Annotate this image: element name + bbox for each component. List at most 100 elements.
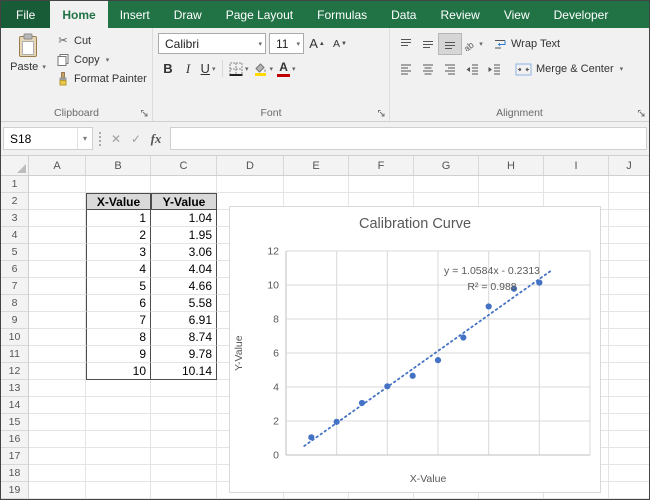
cell-J15[interactable]	[609, 414, 649, 431]
cell-H1[interactable]	[479, 176, 544, 193]
cell-J4[interactable]	[609, 227, 649, 244]
tab-data[interactable]: Data	[379, 1, 428, 28]
wrap-text-button[interactable]: Wrap Text	[493, 34, 560, 54]
font-color-button[interactable]: A ▾	[275, 58, 298, 79]
row-header-11[interactable]: 11	[1, 346, 29, 363]
row-header-16[interactable]: 16	[1, 431, 29, 448]
data-point[interactable]	[308, 434, 314, 440]
tab-formulas[interactable]: Formulas	[305, 1, 379, 28]
cell-A3[interactable]	[29, 210, 86, 227]
row-header-3[interactable]: 3	[1, 210, 29, 227]
cell-J13[interactable]	[609, 380, 649, 397]
data-point[interactable]	[511, 286, 517, 292]
enter-button[interactable]: ✓	[126, 132, 146, 146]
orientation-button[interactable]: ab ▾	[461, 34, 483, 54]
cell-J6[interactable]	[609, 261, 649, 278]
data-point[interactable]	[460, 334, 466, 340]
cell-A14[interactable]	[29, 397, 86, 414]
column-header-A[interactable]: A	[29, 156, 86, 175]
cell-A13[interactable]	[29, 380, 86, 397]
font-size-combobox[interactable]: 11 ▾	[269, 33, 304, 54]
cell-C15[interactable]	[151, 414, 217, 431]
cell-F1[interactable]	[349, 176, 414, 193]
row-header-17[interactable]: 17	[1, 448, 29, 465]
row-header-12[interactable]: 12	[1, 363, 29, 380]
data-point[interactable]	[435, 357, 441, 363]
cell-J10[interactable]	[609, 329, 649, 346]
cell-B16[interactable]	[86, 431, 151, 448]
clipboard-dialog-launcher[interactable]	[140, 109, 149, 118]
cell-J7[interactable]	[609, 278, 649, 295]
increase-indent-button[interactable]	[483, 59, 505, 79]
cell-A1[interactable]	[29, 176, 86, 193]
cell-A5[interactable]	[29, 244, 86, 261]
cell-B10[interactable]: 8	[86, 329, 151, 346]
copy-button[interactable]: Copy ▾	[54, 50, 149, 69]
data-point[interactable]	[334, 419, 340, 425]
row-header-8[interactable]: 8	[1, 295, 29, 312]
cell-B12[interactable]: 10	[86, 363, 151, 380]
column-header-E[interactable]: E	[284, 156, 349, 175]
column-header-J[interactable]: J	[609, 156, 649, 175]
column-header-F[interactable]: F	[349, 156, 414, 175]
tab-developer[interactable]: Developer	[542, 1, 621, 28]
alignment-dialog-launcher[interactable]	[637, 109, 646, 118]
cell-C7[interactable]: 4.66	[151, 278, 217, 295]
bold-button[interactable]: B	[158, 58, 178, 79]
paste-button[interactable]: Paste ▾	[6, 31, 50, 104]
fill-color-button[interactable]: ▾	[251, 58, 276, 79]
column-header-D[interactable]: D	[217, 156, 284, 175]
cell-J17[interactable]	[609, 448, 649, 465]
cell-B7[interactable]: 5	[86, 278, 151, 295]
cell-C8[interactable]: 5.58	[151, 295, 217, 312]
insert-function-button[interactable]: fx	[146, 131, 166, 147]
data-point[interactable]	[486, 303, 492, 309]
cell-A4[interactable]	[29, 227, 86, 244]
cell-C14[interactable]	[151, 397, 217, 414]
format-painter-button[interactable]: Format Painter	[54, 69, 149, 88]
cell-C1[interactable]	[151, 176, 217, 193]
decrease-font-size-button[interactable]: A▼	[330, 33, 350, 54]
y-axis-title[interactable]: Y-Value	[233, 245, 245, 461]
merge-center-button[interactable]: Merge & Center ▾	[515, 59, 623, 79]
cell-A2[interactable]	[29, 193, 86, 210]
cell-C12[interactable]: 10.14	[151, 363, 217, 380]
cell-B18[interactable]	[86, 465, 151, 482]
cell-J8[interactable]	[609, 295, 649, 312]
row-header-9[interactable]: 9	[1, 312, 29, 329]
tab-review[interactable]: Review	[428, 1, 491, 28]
formula-bar-handle[interactable]	[99, 132, 101, 146]
cell-J18[interactable]	[609, 465, 649, 482]
row-header-13[interactable]: 13	[1, 380, 29, 397]
cell-B6[interactable]: 4	[86, 261, 151, 278]
formula-input[interactable]	[170, 127, 647, 150]
column-header-H[interactable]: H	[479, 156, 544, 175]
row-header-6[interactable]: 6	[1, 261, 29, 278]
tab-page-layout[interactable]: Page Layout	[214, 1, 305, 28]
cell-B15[interactable]	[86, 414, 151, 431]
tab-home[interactable]: Home	[50, 1, 107, 28]
cell-A15[interactable]	[29, 414, 86, 431]
cell-C3[interactable]: 1.04	[151, 210, 217, 227]
cell-J14[interactable]	[609, 397, 649, 414]
row-header-5[interactable]: 5	[1, 244, 29, 261]
select-all-corner[interactable]	[1, 156, 29, 175]
row-header-4[interactable]: 4	[1, 227, 29, 244]
data-point[interactable]	[359, 400, 365, 406]
name-box-input[interactable]	[4, 132, 77, 146]
cell-B5[interactable]: 3	[86, 244, 151, 261]
cell-A9[interactable]	[29, 312, 86, 329]
tab-view[interactable]: View	[492, 1, 542, 28]
cell-B9[interactable]: 7	[86, 312, 151, 329]
row-header-15[interactable]: 15	[1, 414, 29, 431]
cell-A16[interactable]	[29, 431, 86, 448]
cell-J11[interactable]	[609, 346, 649, 363]
row-header-14[interactable]: 14	[1, 397, 29, 414]
cell-A19[interactable]	[29, 482, 86, 499]
row-header-19[interactable]: 19	[1, 482, 29, 499]
x-axis-title[interactable]: X-Value	[256, 473, 600, 485]
cell-B14[interactable]	[86, 397, 151, 414]
cell-J5[interactable]	[609, 244, 649, 261]
cell-A18[interactable]	[29, 465, 86, 482]
cell-B2[interactable]: X-Value	[86, 193, 151, 210]
